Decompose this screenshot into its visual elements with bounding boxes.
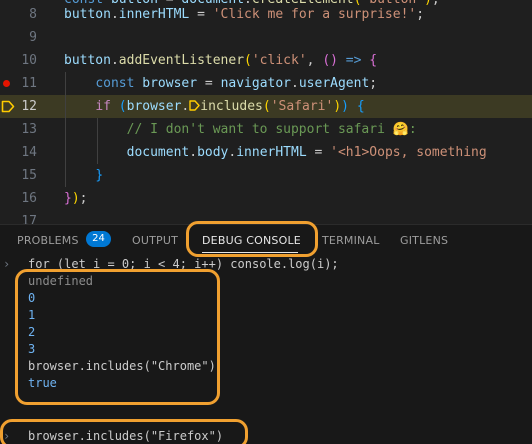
line-number[interactable]: 9	[0, 26, 37, 49]
console-input-field[interactable]: browser.includes("Firefox")	[28, 428, 223, 444]
inline-breakpoint-icon[interactable]	[189, 96, 200, 111]
line-number[interactable]: 11	[0, 72, 37, 95]
bottom-panel: PROBLEMS OUTPUT DEBUG CONSOLE TERMINAL G…	[0, 224, 532, 444]
panel-tab-bar: PROBLEMS OUTPUT DEBUG CONSOLE TERMINAL G…	[0, 225, 532, 255]
editor-line-12[interactable]: 12 if (browser. includes('Safari')) {	[0, 95, 532, 118]
chevron-right-icon: ›	[3, 257, 11, 271]
tab-problems[interactable]: PROBLEMS	[17, 234, 79, 247]
code-text: const browser = navigator.userAgent;	[95, 76, 378, 91]
console-line-text: 0	[28, 291, 36, 305]
code-text: button.addEventListener('click', () => {	[64, 53, 378, 68]
console-line-text: for (let i = 0; i < 4; i++) console.log(…	[28, 257, 339, 271]
code-text: });	[64, 191, 88, 206]
line-number[interactable]: 12	[0, 95, 37, 118]
console-line: 3	[0, 341, 532, 358]
tab-output[interactable]: OUTPUT	[132, 234, 178, 247]
tab-terminal[interactable]: TERMINAL	[322, 234, 380, 247]
console-line-text: true	[28, 376, 57, 390]
console-line: true	[0, 375, 532, 392]
editor-line-15[interactable]: 15 }	[0, 164, 532, 187]
problems-count-badge: 24	[86, 231, 111, 247]
editor-line-16[interactable]: 16});	[0, 187, 532, 210]
code-text: if (browser. includes('Safari')) {	[64, 95, 364, 118]
console-line: browser.includes("Chrome")	[0, 358, 532, 375]
active-tab-indicator	[202, 252, 298, 253]
console-line-text: 3	[28, 342, 36, 356]
line-number[interactable]: 16	[0, 187, 37, 210]
console-line-text: 1	[28, 308, 36, 322]
line-number[interactable]: 8	[0, 3, 37, 26]
code-text: // I don't want to support safari 🤗:	[126, 122, 417, 137]
console-line: › for (let i = 0; i < 4; i++) console.log…	[0, 256, 532, 273]
line-number[interactable]: 14	[0, 141, 37, 164]
code-editor[interactable]: const button = document.createElement('b…	[0, 0, 532, 224]
code-text: document.body.innerHTML = '<h1>Oops, som…	[126, 145, 487, 160]
console-input-row[interactable]: › browser.includes("Firefox")	[0, 428, 532, 444]
console-line-text: browser.includes("Chrome")	[28, 359, 216, 373]
editor-line-9[interactable]: 9	[0, 26, 532, 49]
editor-line-14[interactable]: 14 document.body.innerHTML = '<h1>Oops, …	[0, 141, 532, 164]
chevron-right-icon: ›	[3, 429, 11, 443]
console-line-text: undefined	[28, 274, 94, 288]
code-text: button.innerHTML = 'Click me for a surpr…	[64, 7, 425, 22]
editor-line-8[interactable]: 8 button.innerHTML = 'Click me for a surp…	[0, 3, 532, 26]
editor-line-10[interactable]: 10 button.addEventListener('click', () =>…	[0, 49, 532, 72]
console-line: 0	[0, 290, 532, 307]
line-number[interactable]: 13	[0, 118, 37, 141]
editor-line-11[interactable]: 11 const browser = navigator.userAgent;	[0, 72, 532, 95]
editor-line-13[interactable]: 13 // I don't want to support safari 🤗:	[0, 118, 532, 141]
console-line: 2	[0, 324, 532, 341]
tab-gitlens[interactable]: GITLENS	[400, 234, 448, 247]
code-text: }	[95, 168, 104, 183]
console-line-text: 2	[28, 325, 36, 339]
line-number[interactable]: 15	[0, 164, 37, 187]
line-number[interactable]: 17	[0, 210, 37, 224]
console-line: undefined	[0, 273, 532, 290]
console-line: 1	[0, 307, 532, 324]
editor-line-17[interactable]: 17	[0, 210, 532, 224]
line-number[interactable]: 10	[0, 49, 37, 72]
tab-debug-console[interactable]: DEBUG CONSOLE	[202, 234, 301, 247]
